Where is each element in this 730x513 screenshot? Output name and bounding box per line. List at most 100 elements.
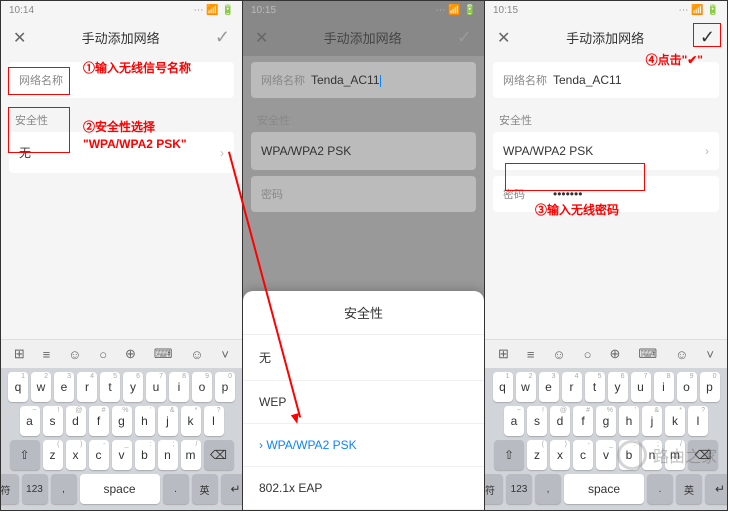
key-r[interactable]: 4r	[562, 372, 582, 402]
key-backspace[interactable]: ⌫	[688, 440, 718, 470]
key-p[interactable]: 0p	[215, 372, 235, 402]
key-x[interactable]: )x	[66, 440, 86, 470]
key-fn_num[interactable]: 123	[22, 474, 48, 504]
password-field[interactable]: 密码	[251, 176, 476, 212]
key-a[interactable]: ~a	[504, 406, 524, 436]
key-y[interactable]: 6y	[608, 372, 628, 402]
close-icon[interactable]: ✕	[497, 28, 510, 48]
security-label: 安全性	[1, 104, 242, 132]
key-backspace[interactable]: ⌫	[204, 440, 234, 470]
key-space[interactable]: space	[564, 474, 644, 504]
key-enter[interactable]: ↵	[221, 474, 244, 504]
field-label: 网络名称	[19, 72, 69, 88]
key-f[interactable]: #f	[573, 406, 593, 436]
network-name-field[interactable]: 网络名称 Tenda_AC11	[251, 62, 476, 98]
sheet-option-none[interactable]: 无	[243, 335, 484, 381]
screen-2: 10:15 ⋯ 📶 🔋 ✕ 手动添加网络 ✓ 网络名称 Tenda_AC11 安…	[243, 1, 485, 510]
security-select[interactable]: 无 ›	[9, 132, 234, 173]
confirm-icon[interactable]: ✓	[215, 27, 230, 48]
key-enter[interactable]: ↵	[705, 474, 727, 504]
key-g[interactable]: %g	[112, 406, 132, 436]
key-i[interactable]: 8i	[169, 372, 189, 402]
key-fn_sym[interactable]: 符	[485, 474, 503, 504]
sheet-option-wep[interactable]: WEP	[243, 381, 484, 424]
key-z[interactable]: (z	[527, 440, 547, 470]
security-select[interactable]: WPA/WPA2 PSK ›	[493, 132, 719, 170]
key-b[interactable]: :b	[135, 440, 155, 470]
key-m[interactable]: /m	[665, 440, 685, 470]
key-shift[interactable]: ⇧	[494, 440, 524, 470]
close-icon[interactable]: ✕	[255, 28, 268, 48]
sheet-option-eap[interactable]: 802.1x EAP	[243, 467, 484, 510]
key-z[interactable]: (z	[43, 440, 63, 470]
key-g[interactable]: %g	[596, 406, 616, 436]
key-l[interactable]: ?l	[688, 406, 708, 436]
key-fn_sym[interactable]: 符	[1, 474, 19, 504]
key-v[interactable]: _v	[112, 440, 132, 470]
key-x[interactable]: )x	[550, 440, 570, 470]
confirm-icon[interactable]: ✓	[457, 27, 472, 48]
status-time: 10:15	[493, 5, 518, 16]
password-field[interactable]: 密码 •••••••	[493, 176, 719, 212]
key-u[interactable]: 7u	[631, 372, 651, 402]
key-j[interactable]: &j	[158, 406, 178, 436]
key-i[interactable]: 8i	[654, 372, 674, 402]
security-label: 安全性	[485, 104, 727, 132]
key-e[interactable]: 3e	[54, 372, 74, 402]
key-h[interactable]: 'h	[135, 406, 155, 436]
key-w[interactable]: 2w	[31, 372, 51, 402]
key-f[interactable]: #f	[89, 406, 109, 436]
key-fn_period[interactable]: .	[163, 474, 189, 504]
key-d[interactable]: @d	[66, 406, 86, 436]
key-u[interactable]: 7u	[146, 372, 166, 402]
confirm-icon[interactable]: ✓	[700, 27, 715, 48]
key-q[interactable]: 1q	[493, 372, 513, 402]
key-s[interactable]: !s	[43, 406, 63, 436]
header: ✕ 手动添加网络 ✓	[1, 19, 242, 56]
security-select[interactable]: WPA/WPA2 PSK ›	[251, 132, 476, 170]
key-m[interactable]: /m	[181, 440, 201, 470]
chevron-right-icon: ›	[462, 144, 466, 158]
key-n[interactable]: ;n	[158, 440, 178, 470]
select-value: 无	[19, 144, 31, 161]
header: ✕ 手动添加网络 ✓	[243, 19, 484, 56]
key-fn_comma[interactable]: ,	[51, 474, 77, 504]
key-c[interactable]: -c	[573, 440, 593, 470]
key-e[interactable]: 3e	[539, 372, 559, 402]
key-q[interactable]: 1q	[8, 372, 28, 402]
key-l[interactable]: ?l	[204, 406, 224, 436]
key-d[interactable]: @d	[550, 406, 570, 436]
key-v[interactable]: _v	[596, 440, 616, 470]
key-o[interactable]: 9o	[192, 372, 212, 402]
key-fn_lang[interactable]: 英	[676, 474, 702, 504]
network-name-field[interactable]: 网络名称 Tenda_AC11	[493, 62, 719, 98]
close-icon[interactable]: ✕	[13, 28, 26, 48]
key-p[interactable]: 0p	[700, 372, 720, 402]
key-fn_lang[interactable]: 英	[192, 474, 218, 504]
key-k[interactable]: *k	[181, 406, 201, 436]
key-w[interactable]: 2w	[516, 372, 536, 402]
key-fn_num[interactable]: 123	[506, 474, 532, 504]
sheet-option-wpa[interactable]: › WPA/WPA2 PSK	[243, 424, 484, 467]
status-icons: ⋯ 📶 🔋	[194, 5, 234, 16]
key-shift[interactable]: ⇧	[10, 440, 40, 470]
sheet-title: 安全性	[243, 291, 484, 335]
status-icons: ⋯ 📶 🔋	[679, 5, 719, 16]
key-fn_period[interactable]: .	[647, 474, 673, 504]
key-j[interactable]: &j	[642, 406, 662, 436]
key-t[interactable]: 5t	[585, 372, 605, 402]
key-h[interactable]: 'h	[619, 406, 639, 436]
key-s[interactable]: !s	[527, 406, 547, 436]
key-space[interactable]: space	[80, 474, 160, 504]
key-c[interactable]: -c	[89, 440, 109, 470]
key-y[interactable]: 6y	[123, 372, 143, 402]
key-b[interactable]: :b	[619, 440, 639, 470]
key-k[interactable]: *k	[665, 406, 685, 436]
key-t[interactable]: 5t	[100, 372, 120, 402]
network-name-field[interactable]: 网络名称	[9, 62, 234, 98]
key-r[interactable]: 4r	[77, 372, 97, 402]
key-o[interactable]: 9o	[677, 372, 697, 402]
key-n[interactable]: ;n	[642, 440, 662, 470]
key-a[interactable]: ~a	[20, 406, 40, 436]
key-fn_comma[interactable]: ,	[535, 474, 561, 504]
